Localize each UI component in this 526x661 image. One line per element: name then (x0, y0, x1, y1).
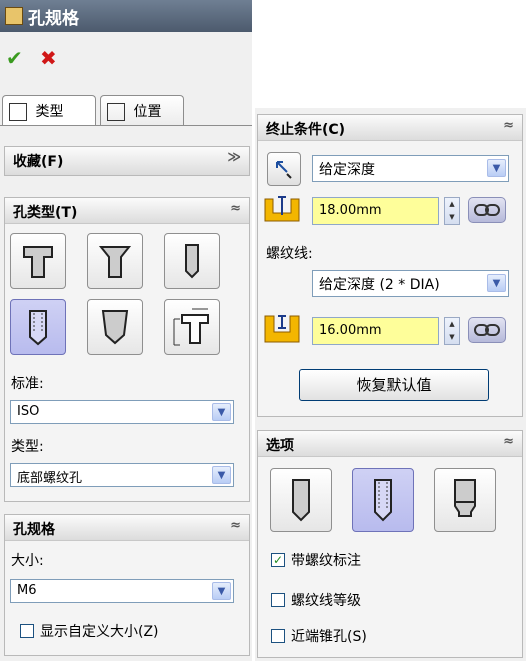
option-thread-none-button[interactable] (270, 468, 332, 532)
thread-depth-value: 16.00mm (319, 323, 382, 338)
thread-class-checkbox[interactable] (271, 593, 285, 607)
near-side-countersink-label: 近端锥孔(S) (291, 629, 367, 645)
thread-depth-input[interactable]: 16.00mm (312, 317, 439, 345)
thread-condition-select[interactable]: 给定深度 (2 * DIA) ▼ (312, 270, 509, 297)
hole-spec-header[interactable]: 孔规格 ≈ (5, 515, 249, 541)
option-thread-cosmetic-button[interactable] (352, 468, 414, 532)
size-select[interactable]: M6 ▼ (10, 579, 234, 603)
dropdown-arrow-icon[interactable]: ▼ (487, 159, 506, 177)
favorites-group: 收藏(F) ≫ (4, 146, 250, 176)
hole-depth-spinner[interactable]: ▲ ▼ (444, 197, 460, 225)
show-custom-size-label: 显示自定义大小(Z) (40, 624, 159, 640)
dropdown-arrow-icon[interactable]: ▼ (212, 466, 231, 484)
size-label: 大小: (11, 553, 44, 569)
countersink-button[interactable] (87, 233, 143, 289)
dropdown-arrow-icon[interactable]: ▼ (212, 403, 231, 421)
thread-depth-spinner[interactable]: ▲ ▼ (444, 317, 460, 345)
plain-hole-icon (292, 479, 310, 522)
tapped-hole-icon (29, 310, 47, 346)
cancel-button[interactable]: ✖ (40, 46, 57, 70)
cosmetic-thread-icon (374, 479, 392, 522)
collapse-chevron-icon[interactable]: ≈ (503, 434, 514, 449)
pipe-tap-icon (101, 310, 129, 345)
standard-label: 标准: (11, 376, 44, 392)
position-tab-icon (107, 103, 125, 121)
feature-title: 孔规格 (28, 9, 79, 29)
collapse-chevron-icon[interactable]: ≈ (230, 201, 241, 216)
countersink-icon (98, 246, 132, 278)
feature-titlebar: 孔规格 (0, 0, 252, 32)
restore-defaults-label: 恢复默认值 (356, 376, 432, 394)
reverse-direction-button[interactable] (267, 152, 301, 186)
standard-select[interactable]: ISO ▼ (10, 400, 234, 424)
link-value-button[interactable] (468, 317, 506, 343)
tab-type-label: 类型 (35, 104, 64, 120)
hole-depth-value: 18.00mm (319, 203, 382, 218)
simple-hole-icon (185, 244, 199, 279)
standard-select-value: ISO (17, 404, 40, 419)
ok-button[interactable]: ✔ (6, 46, 23, 70)
end-condition-title: 终止条件(C) (266, 122, 346, 138)
dropdown-arrow-icon[interactable]: ▼ (212, 582, 231, 600)
end-condition-value: 给定深度 (319, 162, 375, 178)
options-header[interactable]: 选项 ≈ (258, 431, 522, 457)
hole-spec-title: 孔规格 (13, 522, 55, 538)
dropdown-arrow-icon[interactable]: ▼ (487, 274, 506, 292)
tab-strip-line (0, 125, 252, 126)
cosmetic-thread-label: 带螺纹标注 (291, 553, 361, 569)
thread-condition-value: 给定深度 (2 * DIA) (319, 277, 440, 293)
counterbore-icon (23, 246, 53, 278)
reverse-direction-icon (276, 161, 292, 179)
remove-thread-icon (454, 479, 476, 517)
link-icon (474, 324, 500, 336)
restore-defaults-button[interactable]: 恢复默认值 (299, 369, 489, 401)
collapse-chevron-icon[interactable]: ≈ (503, 118, 514, 133)
end-condition-select[interactable]: 给定深度 ▼ (312, 155, 509, 182)
link-value-button[interactable] (468, 197, 506, 223)
thread-label: 螺纹线: (266, 246, 313, 262)
thread-class-label: 螺纹线等级 (291, 593, 361, 609)
hole-depth-input[interactable]: 18.00mm (312, 197, 439, 225)
link-icon (474, 204, 500, 216)
show-custom-size-checkbox[interactable] (20, 624, 34, 638)
legacy-hole-icon (173, 308, 209, 346)
tab-position-label: 位置 (133, 104, 162, 120)
pipe-tap-button[interactable] (87, 299, 143, 355)
end-condition-header[interactable]: 终止条件(C) ≈ (258, 115, 522, 141)
tab-position[interactable]: 位置 (100, 95, 184, 125)
simple-hole-button[interactable] (164, 233, 220, 289)
tapped-hole-button[interactable] (10, 299, 66, 355)
favorites-header[interactable]: 收藏(F) ≫ (5, 147, 249, 175)
options-group: 选项 ≈ (257, 430, 523, 658)
size-select-value: M6 (17, 583, 37, 598)
collapse-chevron-icon[interactable]: ≈ (230, 518, 241, 533)
thread-depth-icon (264, 315, 300, 343)
type-tab-icon (9, 103, 27, 121)
hole-depth-icon (264, 196, 300, 222)
hole-wizard-icon (5, 7, 23, 25)
legacy-hole-button[interactable] (164, 299, 220, 355)
hole-type-header[interactable]: 孔类型(T) ≈ (5, 198, 249, 224)
type-select[interactable]: 底部螺纹孔 ▼ (10, 463, 234, 487)
counterbore-button[interactable] (10, 233, 66, 289)
option-thread-remove-button[interactable] (434, 468, 496, 532)
cosmetic-thread-checkbox[interactable]: ✓ (271, 553, 285, 567)
options-title: 选项 (266, 438, 294, 454)
type-select-value: 底部螺纹孔 (17, 471, 83, 486)
hole-type-title: 孔类型(T) (13, 205, 78, 221)
near-side-countersink-checkbox[interactable] (271, 629, 285, 643)
favorites-title: 收藏(F) (13, 154, 64, 170)
type-label: 类型: (11, 439, 44, 455)
tab-type[interactable]: 类型 (2, 95, 96, 125)
expand-chevron-icon[interactable]: ≫ (227, 150, 241, 165)
